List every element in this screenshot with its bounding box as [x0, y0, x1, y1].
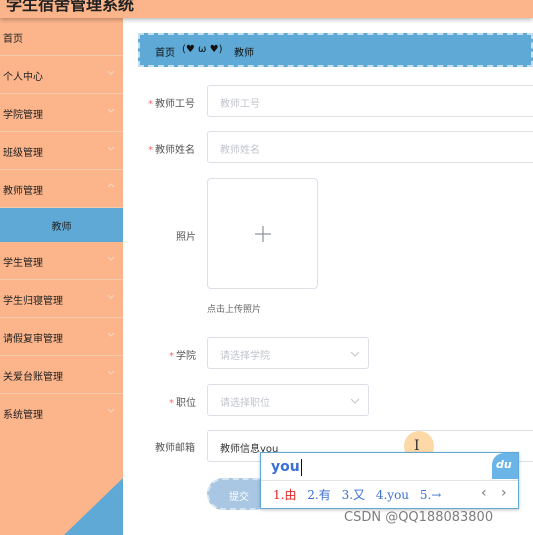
watermark: CSDN @QQ188083800 — [344, 510, 494, 525]
ime-prev-page-icon[interactable]: ‹ — [481, 485, 487, 501]
ime-divider — [261, 480, 518, 481]
teacher-id-label: * 教师工号 — [148, 95, 195, 110]
teacher-name-label: * 教师姓名 — [148, 141, 195, 156]
ime-logo-icon: du — [492, 453, 518, 479]
sidebar-item-home[interactable]: 首页 — [0, 18, 123, 56]
teacher-name-label-text: 教师姓名 — [155, 145, 195, 156]
app-title: 学生宿舍管理系统 — [6, 0, 135, 14]
sidebar-item-system[interactable]: 系统管理 — [0, 394, 123, 432]
upload-tip: 点击上传照片 — [207, 305, 262, 315]
email-value-text: 教师信息 — [220, 444, 260, 455]
position-placeholder: 请选择职位 — [220, 398, 270, 409]
position-label-text: 职位 — [176, 398, 196, 409]
ime-composition: you — [271, 459, 300, 475]
sidebar-item-label: 班级管理 — [3, 148, 43, 159]
teacher-id-label-text: 教师工号 — [155, 99, 195, 110]
sidebar: 首页 个人中心 学院管理 班级管理 教师管理 教师 学生管理 学生归寝管理 请假… — [0, 18, 123, 535]
chevron-down-icon — [106, 367, 116, 377]
sidebar-item-label: 请假复审管理 — [3, 334, 63, 345]
teacher-name-placeholder: 教师姓名 — [220, 145, 260, 156]
breadcrumb: 首页 (♥ ω ♥) 教师 — [138, 33, 533, 67]
app-window: 学生宿舍管理系统 首页 个人中心 学院管理 班级管理 教师管理 教师 学生管理 — [0, 0, 533, 535]
chevron-down-icon — [350, 351, 360, 357]
ime-candidate[interactable]: 2.有 — [307, 488, 330, 502]
breadcrumb-current: 教师 — [234, 48, 254, 59]
chevron-down-icon — [106, 405, 116, 415]
teacher-id-placeholder: 教师工号 — [220, 99, 260, 110]
sidebar-item-student[interactable]: 学生管理 — [0, 242, 123, 280]
college-label: * 学院 — [169, 347, 196, 362]
sidebar-item-leave-review[interactable]: 请假复审管理 — [0, 318, 123, 356]
teacher-name-input[interactable]: 教师姓名 — [207, 131, 533, 163]
sidebar-item-label: 首页 — [3, 34, 23, 45]
app-header: 学生宿舍管理系统 — [0, 0, 533, 18]
chevron-down-icon — [350, 398, 360, 404]
required-mark: * — [148, 99, 153, 110]
ime-logo-text: du — [496, 458, 512, 471]
position-select[interactable]: 请选择职位 — [207, 384, 369, 416]
required-mark: * — [169, 351, 174, 362]
sidebar-item-care-ledger[interactable]: 关爱台账管理 — [0, 356, 123, 394]
ime-candidate[interactable]: 5.→ — [420, 488, 442, 502]
ime-caret — [301, 459, 302, 476]
sidebar-item-label: 系统管理 — [3, 410, 43, 421]
ime-candidate[interactable]: 3.又 — [342, 488, 365, 502]
breadcrumb-home[interactable]: 首页 — [155, 44, 175, 59]
photo-label: 照片 — [176, 232, 196, 243]
position-label: * 职位 — [169, 394, 196, 409]
ime-next-page-icon[interactable]: › — [501, 485, 507, 501]
teacher-id-input[interactable]: 教师工号 — [207, 85, 533, 117]
sidebar-corner-decoration — [64, 478, 123, 535]
ime-candidate-window: you du 1.由 2.有 3.又 4.you 5.→ ‹ › — [260, 452, 519, 509]
sidebar-item-label: 教师管理 — [3, 186, 43, 197]
college-placeholder: 请选择学院 — [220, 351, 270, 362]
sidebar-item-dorm-return[interactable]: 学生归寝管理 — [0, 280, 123, 318]
sidebar-item-label: 学生归寝管理 — [3, 296, 63, 307]
ime-candidate[interactable]: 4.you — [376, 488, 409, 502]
photo-uploader[interactable] — [207, 178, 318, 289]
chevron-up-icon — [106, 181, 116, 191]
required-mark: * — [148, 145, 153, 156]
sidebar-item-teacher[interactable]: 教师管理 — [0, 170, 123, 208]
sidebar-item-college[interactable]: 学院管理 — [0, 94, 123, 132]
chevron-down-icon — [106, 143, 116, 153]
sidebar-item-label: 关爱台账管理 — [3, 372, 63, 383]
sidebar-subitem-teacher[interactable]: 教师 — [0, 208, 123, 242]
chevron-down-icon — [106, 67, 116, 77]
sidebar-item-label: 学院管理 — [3, 110, 43, 121]
breadcrumb-separator: (♥ ω ♥) — [182, 44, 223, 55]
ime-candidate[interactable]: 1.由 — [273, 488, 296, 502]
college-label-text: 学院 — [176, 351, 196, 362]
sidebar-subitem-label: 教师 — [51, 222, 72, 233]
text-cursor-icon: I — [414, 438, 420, 454]
sidebar-item-profile[interactable]: 个人中心 — [0, 56, 123, 94]
plus-icon — [255, 226, 271, 242]
required-mark: * — [169, 398, 174, 409]
email-label: 教师邮箱 — [155, 443, 195, 454]
chevron-down-icon — [106, 329, 116, 339]
sidebar-item-label: 个人中心 — [3, 72, 43, 83]
chevron-down-icon — [106, 105, 116, 115]
ime-candidates: 1.由 2.有 3.又 4.you 5.→ — [273, 486, 448, 503]
sidebar-item-label: 学生管理 — [3, 258, 43, 269]
college-select[interactable]: 请选择学院 — [207, 337, 369, 369]
sidebar-item-class[interactable]: 班级管理 — [0, 132, 123, 170]
chevron-down-icon — [106, 253, 116, 263]
chevron-down-icon — [106, 291, 116, 301]
